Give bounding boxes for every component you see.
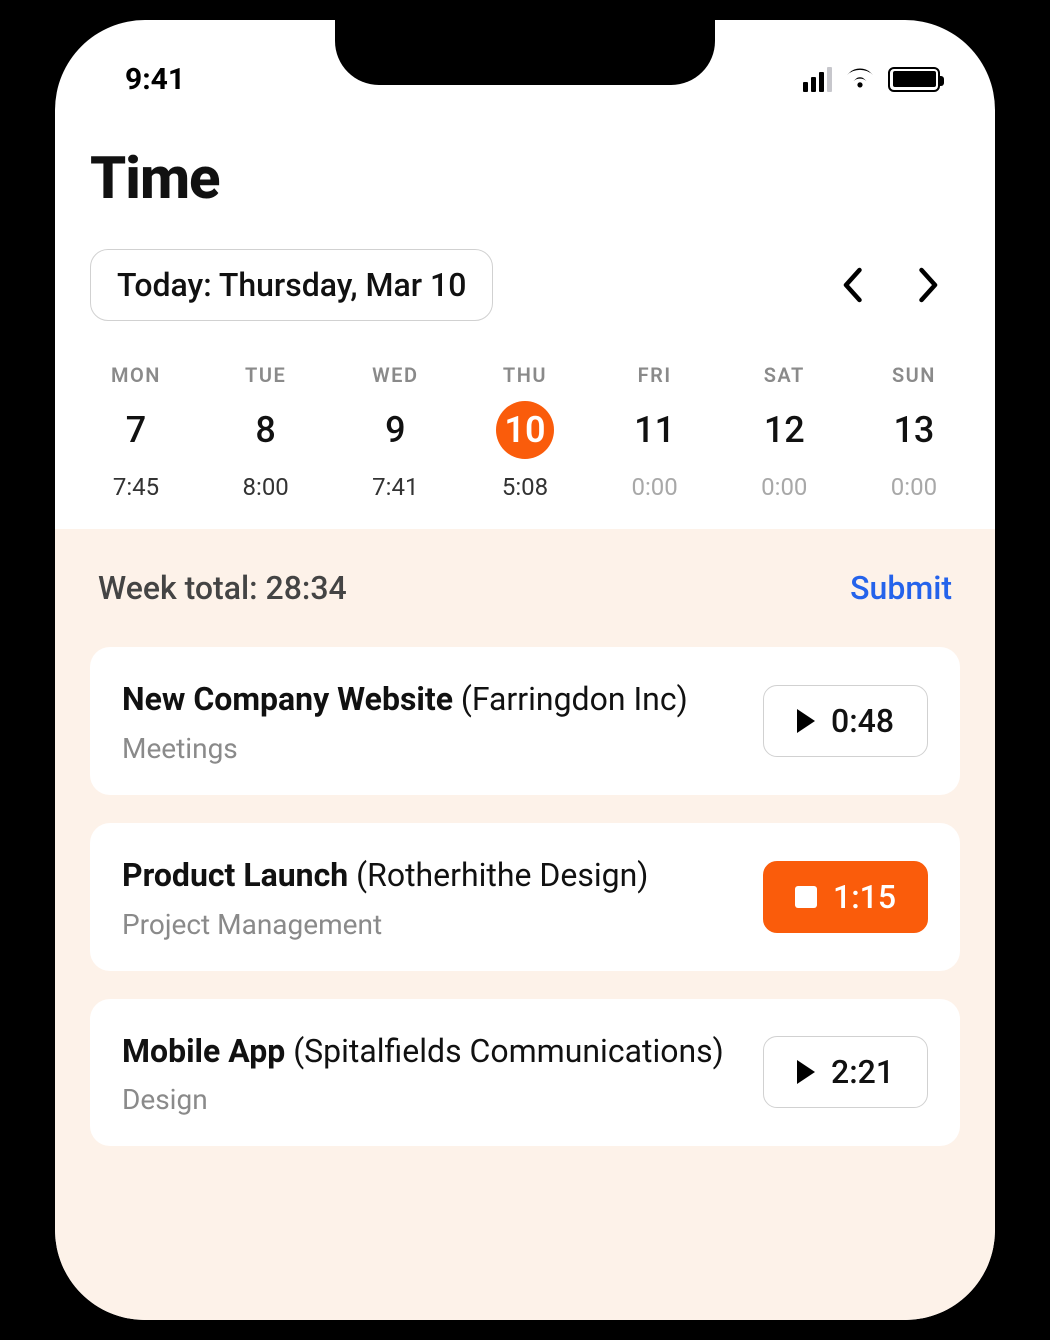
entry-category: Design — [122, 1083, 743, 1116]
day-label: WED — [372, 363, 418, 387]
entry-title: Product Launch (Rotherhithe Design) — [122, 853, 743, 898]
day-label: SUN — [892, 363, 936, 387]
day-label: TUE — [245, 363, 286, 387]
entry-title: Mobile App (Spitalfields Communications) — [122, 1029, 743, 1074]
day-label: THU — [503, 363, 547, 387]
time-entry[interactable]: Mobile App (Spitalfields Communications)… — [90, 999, 960, 1147]
battery-icon — [888, 67, 940, 92]
day-time: 0:00 — [891, 473, 937, 501]
entry-duration: 2:21 — [831, 1053, 894, 1091]
entry-duration: 1:15 — [833, 878, 896, 916]
submit-button[interactable]: Submit — [850, 569, 952, 607]
day-time: 0:00 — [761, 473, 807, 501]
day-number: 10 — [504, 409, 545, 451]
chevron-left-icon — [841, 267, 863, 303]
day-time: 7:45 — [113, 473, 159, 501]
day-time: 0:00 — [631, 473, 677, 501]
day-number: 8 — [255, 409, 275, 451]
day-number: 7 — [126, 409, 146, 451]
status-time: 9:41 — [125, 62, 185, 97]
time-entry[interactable]: New Company Website (Farringdon Inc) Meet… — [90, 647, 960, 795]
prev-day-button[interactable] — [841, 267, 863, 303]
stop-timer-button[interactable]: 1:15 — [763, 861, 928, 933]
day-number: 12 — [764, 409, 805, 451]
day-column[interactable]: WED 9 7:41 — [351, 363, 439, 501]
cellular-icon — [803, 67, 833, 92]
chevron-right-icon — [918, 267, 940, 303]
entry-duration: 0:48 — [831, 702, 894, 740]
day-number: 13 — [893, 409, 934, 451]
day-time: 7:41 — [372, 473, 418, 501]
day-column[interactable]: FRI 11 0:00 — [611, 363, 699, 501]
day-label: SAT — [764, 363, 805, 387]
day-number: 9 — [385, 409, 405, 451]
day-column[interactable]: SAT 12 0:00 — [740, 363, 828, 501]
day-column[interactable]: THU 10 5:08 — [481, 363, 569, 501]
stop-icon — [795, 886, 817, 908]
day-time: 8:00 — [243, 473, 289, 501]
day-label: FRI — [638, 363, 672, 387]
entry-category: Meetings — [122, 732, 743, 765]
day-label: MON — [111, 363, 161, 387]
week-row: MON 7 7:45 TUE 8 8:00 WED 9 7:41 THU 10 5:08 FRI 11 0:… — [90, 357, 960, 529]
entries-list: New Company Website (Farringdon Inc) Meet… — [90, 647, 960, 1146]
day-column[interactable]: MON 7 7:45 — [92, 363, 180, 501]
date-picker[interactable]: Today: Thursday, Mar 10 — [90, 249, 493, 321]
wifi-icon — [844, 67, 876, 91]
start-timer-button[interactable]: 2:21 — [763, 1036, 928, 1108]
day-time: 5:08 — [502, 473, 548, 501]
notch — [335, 20, 715, 85]
day-column[interactable]: SUN 13 0:00 — [870, 363, 958, 501]
entry-title: New Company Website (Farringdon Inc) — [122, 677, 743, 722]
next-day-button[interactable] — [918, 267, 940, 303]
day-column[interactable]: TUE 8 8:00 — [222, 363, 310, 501]
week-total: Week total: 28:34 — [98, 569, 347, 607]
time-entry[interactable]: Product Launch (Rotherhithe Design) Proje… — [90, 823, 960, 971]
page-title: Time — [90, 145, 960, 213]
play-icon — [797, 709, 815, 733]
start-timer-button[interactable]: 0:48 — [763, 685, 928, 757]
play-icon — [797, 1060, 815, 1084]
day-number: 11 — [634, 409, 675, 451]
entry-category: Project Management — [122, 908, 743, 941]
phone-frame: 9:41 Time Today: Thursday, Mar 10 — [35, 0, 1015, 1340]
screen: 9:41 Time Today: Thursday, Mar 10 — [55, 20, 995, 1320]
